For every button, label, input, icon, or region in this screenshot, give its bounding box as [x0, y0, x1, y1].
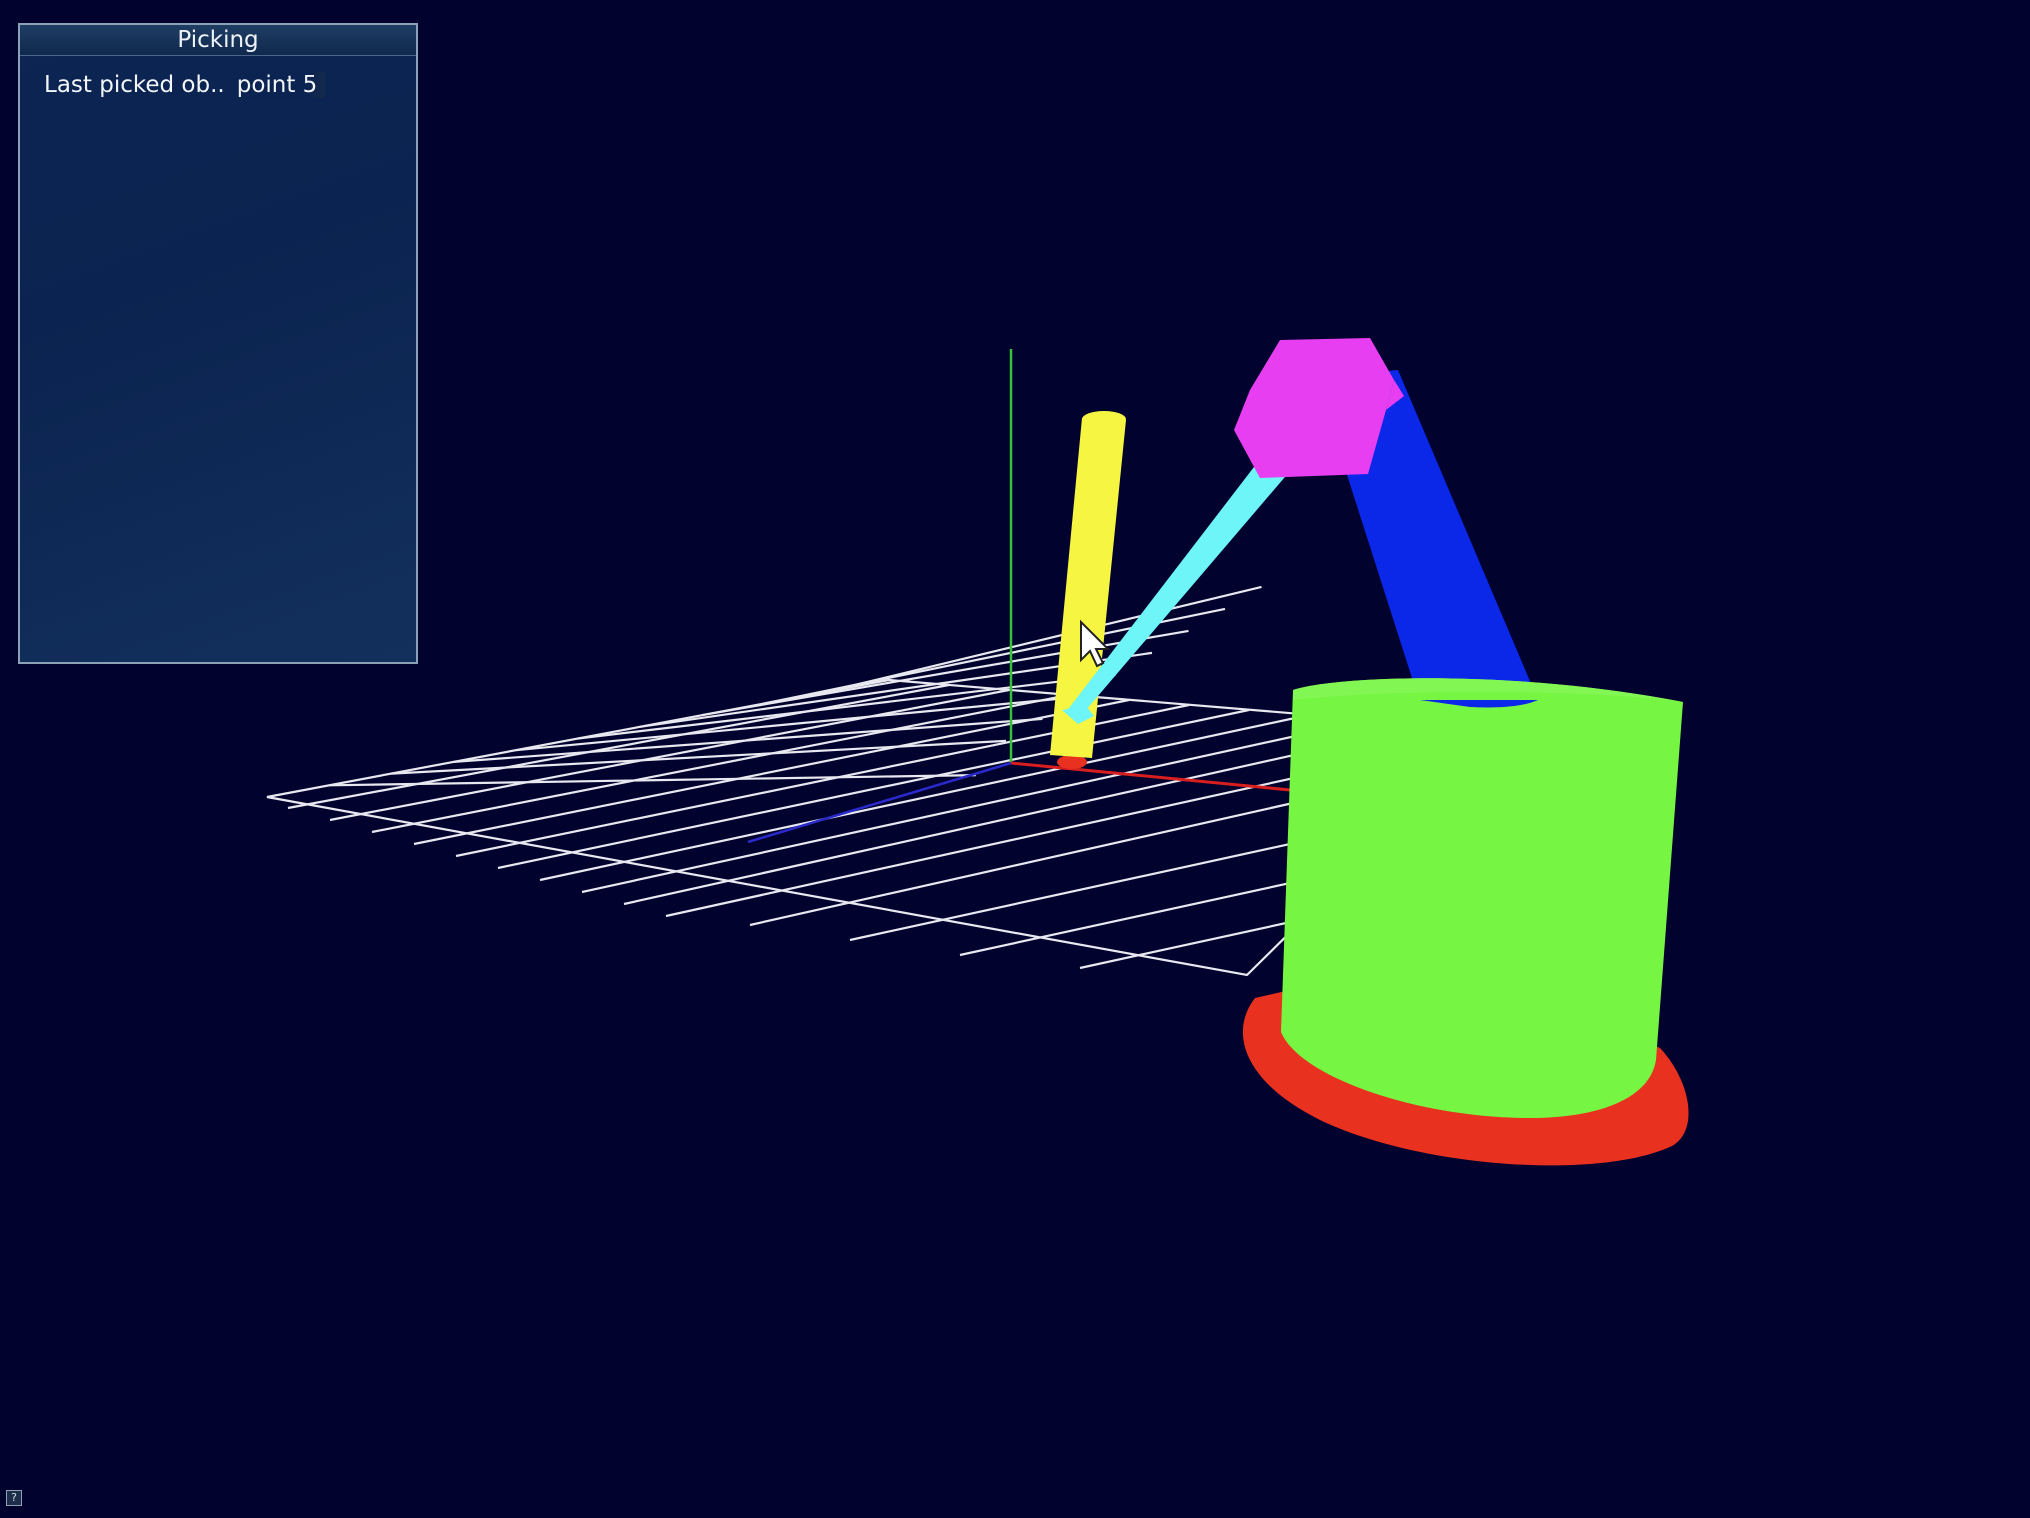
panel-title[interactable]: Picking [20, 25, 416, 56]
picking-panel: Picking Last picked ob.. point 5 [18, 23, 418, 664]
last-picked-label: Last picked ob.. [44, 72, 225, 98]
last-picked-row: Last picked ob.. point 5 [20, 72, 416, 98]
base-cylinder[interactable] [1281, 678, 1683, 1118]
help-icon[interactable]: ? [6, 1490, 22, 1506]
last-picked-value: point 5 [232, 72, 325, 98]
z-axis-line [747, 761, 1012, 844]
